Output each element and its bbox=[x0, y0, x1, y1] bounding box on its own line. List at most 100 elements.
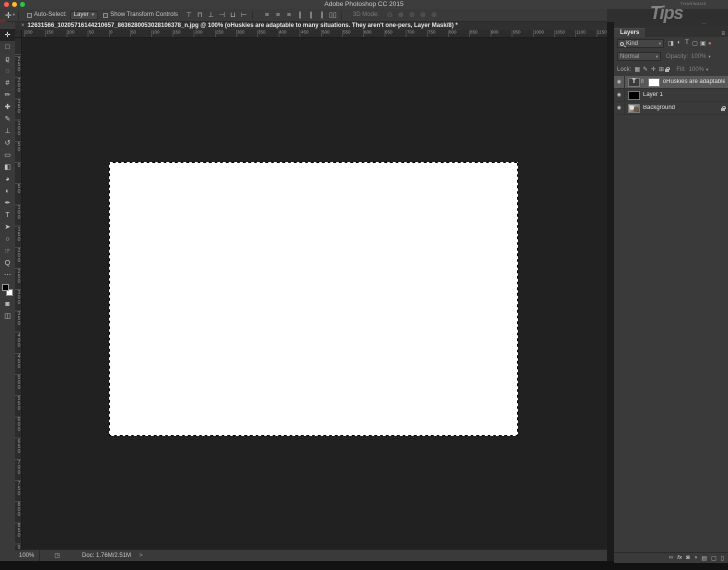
clone-stamp-tool[interactable]: ⊥ bbox=[0, 125, 15, 137]
link-layers-icon[interactable]: ∞ bbox=[669, 555, 673, 561]
show-transform-checkbox[interactable] bbox=[103, 12, 109, 18]
type-tool[interactable]: T bbox=[0, 209, 15, 221]
dodge-tool[interactable]: ◐ bbox=[0, 185, 15, 197]
filter-kind-dropdown[interactable]: Kind ▾ bbox=[617, 39, 664, 48]
align-top-edges-icon[interactable]: ⊤ bbox=[184, 11, 194, 19]
new-adjustment-layer-icon[interactable]: ◑ bbox=[694, 555, 698, 561]
app-title: Adobe Photoshop CC 2015 bbox=[324, 1, 404, 8]
delete-layer-icon[interactable]: ▯ bbox=[721, 555, 724, 562]
chevron-down-icon: ▾ bbox=[708, 53, 711, 59]
add-layer-mask-icon[interactable]: ◙ bbox=[686, 555, 690, 561]
auto-select-target-dropdown[interactable]: Layer ▾ bbox=[69, 10, 99, 20]
3d-scale-icon[interactable]: ⊛ bbox=[429, 11, 439, 19]
vertical-ruler[interactable]: 250 200 150 100 50 0 50 100 150 200 250 300 350 400 45… bbox=[15, 38, 22, 549]
layer-visibility-toggle[interactable]: ◉ bbox=[614, 89, 625, 101]
filter-type-layers-icon[interactable]: T bbox=[683, 40, 691, 47]
horizontal-ruler[interactable]: 200 150 100 50 0 50 100 150 200 250 300 350 400 450 50… bbox=[15, 30, 607, 38]
tool-preset-caret-icon[interactable]: ▾ bbox=[13, 12, 15, 18]
layer-visibility-toggle[interactable]: ◉ bbox=[614, 102, 625, 114]
zoom-tool[interactable]: Q bbox=[0, 257, 15, 269]
layer-thumbnail[interactable] bbox=[628, 90, 640, 100]
color-swatches[interactable] bbox=[0, 283, 15, 298]
ruler-origin-corner[interactable] bbox=[15, 30, 22, 38]
layer-row[interactable]: ◉ T 8 oHuskies are adaptable... bbox=[614, 76, 728, 89]
3d-slide-icon[interactable]: ⊚ bbox=[418, 11, 428, 19]
new-group-icon[interactable]: ▤ bbox=[701, 555, 707, 562]
v-ruler-label: 50 bbox=[16, 184, 22, 195]
canvas-selection[interactable] bbox=[109, 162, 518, 436]
3d-roll-icon[interactable]: ⊕ bbox=[396, 11, 406, 19]
new-layer-icon[interactable]: ▢ bbox=[711, 555, 717, 562]
filter-pixel-layers-icon[interactable]: ◨ bbox=[667, 40, 675, 47]
distribute-top-edges-icon[interactable]: ≡ bbox=[262, 12, 272, 19]
align-bottom-edges-icon[interactable]: ⊥ bbox=[206, 11, 216, 19]
filter-shape-layers-icon[interactable]: ▢ bbox=[691, 40, 699, 47]
h-ruler-label: 550 bbox=[343, 30, 351, 36]
align-vertical-centers-icon[interactable]: ⊓ bbox=[195, 11, 205, 19]
lock-image-pixels-icon[interactable]: ✎ bbox=[641, 66, 649, 73]
edit-toolbar[interactable]: ⋯ bbox=[0, 269, 15, 281]
pen-tool[interactable]: ✒ bbox=[0, 197, 15, 209]
filter-smart-objects-icon[interactable]: ▣ bbox=[699, 40, 707, 47]
distribute-horizontal-centers-icon[interactable]: ∥ bbox=[306, 11, 316, 19]
layer-mask-thumbnail[interactable] bbox=[647, 77, 660, 87]
distribute-right-edges-icon[interactable]: ∥ bbox=[317, 11, 327, 19]
mask-link-icon[interactable]: 8 bbox=[641, 79, 644, 85]
status-options-arrow[interactable]: > bbox=[139, 553, 143, 559]
auto-select-checkbox[interactable] bbox=[26, 12, 32, 18]
distribute-left-edges-icon[interactable]: ∥ bbox=[295, 11, 305, 19]
rectangular-marquee-tool[interactable]: □ bbox=[0, 41, 15, 53]
fill-value[interactable]: 100% bbox=[689, 67, 704, 73]
eyedropper-tool[interactable]: ✏ bbox=[0, 89, 15, 101]
screen-mode-button[interactable]: ◫ bbox=[0, 310, 15, 322]
hand-tool[interactable]: ☞ bbox=[0, 245, 15, 257]
document-tab-bar[interactable]: × 12631566_10205716144210657_86362800530… bbox=[15, 22, 607, 30]
v-ruler-label: 800 bbox=[16, 502, 22, 518]
layer-thumbnail[interactable] bbox=[628, 103, 640, 113]
quick-mask-button[interactable]: ◙ bbox=[0, 298, 15, 310]
history-brush-tool[interactable]: ↺ bbox=[0, 137, 15, 149]
layer-row[interactable]: ◉ Background bbox=[614, 102, 728, 115]
align-horizontal-centers-icon[interactable]: ⊔ bbox=[228, 11, 238, 19]
distribute-bottom-edges-icon[interactable]: ≡ bbox=[284, 12, 294, 19]
lasso-tool[interactable]: ϱ bbox=[0, 53, 15, 65]
close-tab-icon[interactable]: × bbox=[21, 23, 25, 29]
lock-transparent-pixels-icon[interactable]: ▦ bbox=[633, 66, 641, 73]
spot-healing-brush-tool[interactable]: ✚ bbox=[0, 101, 15, 113]
layers-panel-tab[interactable]: Layers bbox=[614, 28, 646, 37]
opacity-value[interactable]: 100% bbox=[691, 54, 706, 60]
layers-panel-footer: ∞ fx ◙ ◑ ▤ ▢ ▯ bbox=[614, 552, 728, 563]
move-tool[interactable]: ✛ bbox=[0, 29, 15, 41]
quick-selection-tool[interactable]: ◌ bbox=[0, 65, 15, 77]
gradient-tool[interactable]: ◧ bbox=[0, 161, 15, 173]
filter-icons-group: ◨ ◐ T ▢ ▣ bbox=[667, 40, 707, 47]
blur-tool[interactable]: ◕ bbox=[0, 173, 15, 185]
distribute-spacing-icon[interactable]: ▯▯ bbox=[328, 11, 338, 19]
panel-tab-bar: Layers ≡ bbox=[614, 26, 728, 37]
eraser-tool[interactable]: ▭ bbox=[0, 149, 15, 161]
align-left-edges-icon[interactable]: ⊣ bbox=[217, 11, 227, 19]
align-right-edges-icon[interactable]: ⊢ bbox=[239, 11, 249, 19]
3d-orbit-icon[interactable]: ⊙ bbox=[385, 11, 395, 19]
lock-all-icon[interactable] bbox=[665, 67, 670, 72]
status-flyout-icon[interactable]: ◳ bbox=[54, 552, 60, 559]
layer-filter-row: Kind ▾ ◨ ◐ T ▢ ▣ ● bbox=[614, 37, 728, 50]
h-ruler-label: 200 bbox=[194, 30, 203, 36]
blend-mode-dropdown[interactable]: Normal ▾ bbox=[617, 52, 661, 61]
distribute-vertical-centers-icon[interactable]: ≡ bbox=[273, 12, 283, 19]
foreground-color-swatch[interactable] bbox=[2, 284, 9, 291]
layer-visibility-toggle[interactable]: ◉ bbox=[614, 76, 625, 88]
layer-row[interactable]: ◉ Layer 1 bbox=[614, 89, 728, 102]
filter-adjustment-layers-icon[interactable]: ◐ bbox=[675, 40, 683, 47]
zoom-level-field[interactable]: 100% bbox=[15, 550, 41, 561]
lock-artboard-icon[interactable]: ⊞ bbox=[657, 66, 665, 73]
layer-effects-icon[interactable]: fx bbox=[677, 555, 682, 561]
ellipse-tool[interactable]: ○ bbox=[0, 233, 15, 245]
path-selection-tool[interactable]: ➤ bbox=[0, 221, 15, 233]
3d-pan-icon[interactable]: ⊘ bbox=[407, 11, 417, 19]
lock-position-icon[interactable]: ✛ bbox=[649, 66, 657, 73]
brush-tool[interactable]: ✎ bbox=[0, 113, 15, 125]
layer-thumbnail[interactable]: T bbox=[628, 77, 640, 87]
filter-toggle-icon[interactable]: ● bbox=[708, 41, 712, 47]
crop-tool[interactable]: # bbox=[0, 77, 15, 89]
